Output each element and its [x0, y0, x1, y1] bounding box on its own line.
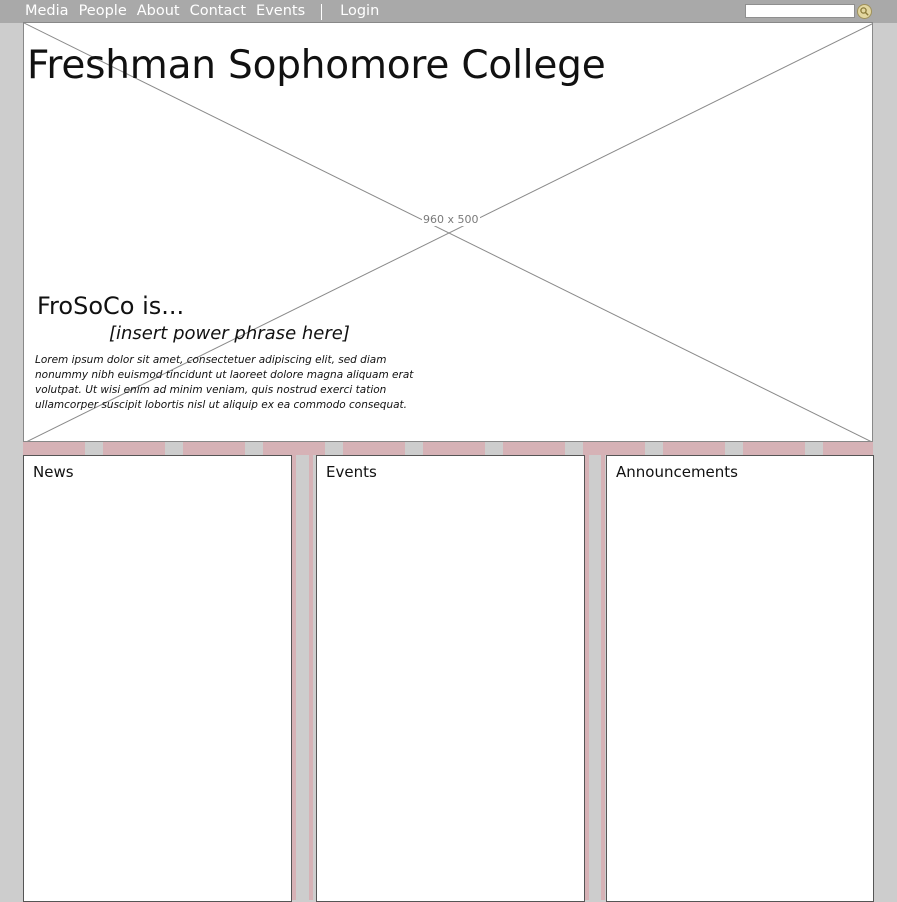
announcements-title: Announcements: [616, 463, 738, 481]
column-rail: [292, 455, 296, 900]
search-button[interactable]: [857, 4, 872, 19]
nav-divider: [321, 3, 323, 20]
main-nav: Media People About Contact Events Login: [25, 3, 389, 20]
login-link[interactable]: Login: [340, 3, 379, 20]
search-input[interactable]: [745, 4, 855, 18]
column-rail: [585, 455, 589, 900]
nav-contact[interactable]: Contact: [190, 3, 246, 20]
nav-media[interactable]: Media: [25, 3, 69, 20]
column-rail: [309, 455, 313, 900]
site-title: Freshman Sophomore College: [27, 43, 606, 88]
announcements-panel: Announcements: [606, 455, 874, 902]
news-panel: News: [23, 455, 292, 902]
top-nav-bar: Media People About Contact Events Login: [0, 0, 897, 23]
nav-people[interactable]: People: [79, 3, 127, 20]
intro-paragraph: Lorem ipsum dolor sit amet, consectetuer…: [35, 354, 414, 411]
nav-about[interactable]: About: [137, 3, 180, 20]
decorative-stripe: [23, 442, 873, 455]
tagline-heading: FroSoCo is...: [37, 292, 185, 320]
events-title: Events: [326, 463, 377, 481]
power-phrase: [insert power phrase here]: [109, 323, 350, 344]
news-title: News: [33, 463, 74, 481]
column-rail: [601, 455, 605, 900]
image-dimensions-label: 960 x 500: [422, 213, 480, 226]
nav-events[interactable]: Events: [256, 3, 305, 20]
events-panel: Events: [316, 455, 585, 902]
search-icon: [860, 7, 869, 16]
hero-banner: 960 x 500 Freshman Sophomore College Fro…: [23, 22, 873, 442]
